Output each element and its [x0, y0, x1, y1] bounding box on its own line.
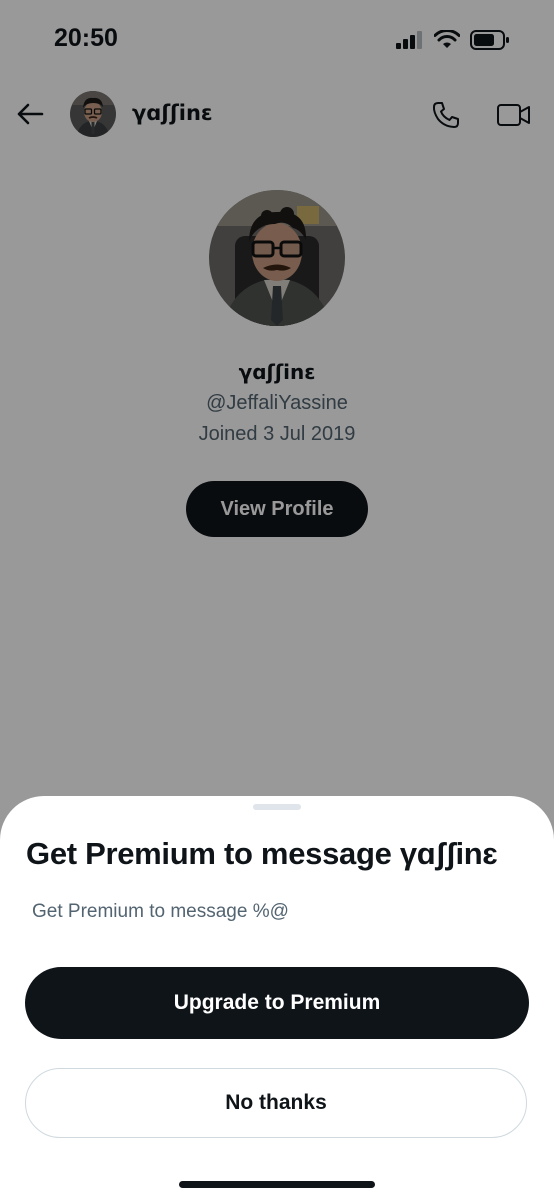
home-indicator — [179, 1181, 375, 1188]
no-thanks-button[interactable]: No thanks — [25, 1068, 527, 1138]
upgrade-to-premium-button[interactable]: Upgrade to Premium — [25, 967, 529, 1039]
sheet-title: Get Premium to message γɑʃʃinɛ — [26, 836, 498, 871]
sheet-grabber[interactable] — [253, 804, 301, 810]
premium-bottom-sheet: Get Premium to message γɑʃʃinɛ Get Premi… — [0, 796, 554, 1200]
dm-screen: 20:50 γɑʃʃinɛ γɑʃʃinɛ @JeffaliYassine Jo… — [0, 0, 554, 1200]
sheet-description: Get Premium to message %@ — [32, 901, 289, 922]
